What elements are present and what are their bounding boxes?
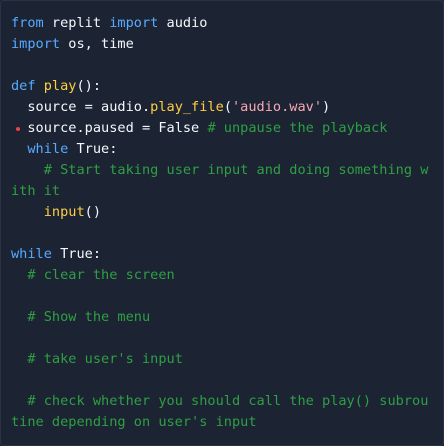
code-token: input [43, 204, 85, 220]
code-token: while [27, 141, 69, 157]
code-line[interactable]: source = audio.play_file('audio.wav') [11, 97, 435, 118]
code-line[interactable]: # check whether you should call the play… [11, 391, 435, 433]
code-token: () [84, 204, 102, 220]
code-line[interactable]: input() [11, 202, 435, 223]
code-token: replit [43, 15, 110, 31]
code-line[interactable]: def play(): [11, 76, 435, 97]
code-token: while [11, 246, 52, 262]
code-token: play [43, 78, 77, 94]
code-token: from [11, 15, 44, 31]
code-token: ( [223, 99, 232, 115]
code-line[interactable]: while True: [11, 139, 435, 160]
code-line[interactable]: # clear the screen [11, 265, 435, 286]
code-token: audio [158, 15, 208, 31]
code-line[interactable] [11, 370, 435, 391]
code-line[interactable] [11, 286, 435, 307]
code-line[interactable]: source.paused = False # unpause the play… [11, 118, 435, 139]
code-line[interactable]: import os, time [11, 34, 435, 55]
code-line[interactable] [11, 55, 435, 76]
code-token: # Show the menu [27, 309, 151, 325]
code-token: (): [76, 78, 102, 94]
code-token: ) [322, 99, 331, 115]
code-token: 'audio.wav' [232, 99, 323, 115]
code-token: def [11, 78, 36, 94]
code-token: import [11, 36, 61, 52]
code-editor[interactable]: from replit import audio import os, time … [0, 0, 444, 446]
code-line[interactable]: # Show the menu [11, 307, 435, 328]
code-token: # check whether you should call the play… [11, 393, 429, 430]
code-line[interactable]: from replit import audio [11, 13, 435, 34]
code-token: # Start taking user input and doing some… [11, 162, 429, 199]
code-token: source.paused = False [27, 120, 200, 136]
code-token: True: [68, 141, 118, 157]
code-line[interactable]: # Start taking user input and doing some… [11, 160, 435, 202]
code-token: # take user's input [27, 351, 183, 367]
code-token: import [109, 15, 159, 31]
code-line[interactable] [11, 223, 435, 244]
error-marker-icon [16, 127, 20, 131]
code-area[interactable]: from replit import audio import os, time … [11, 13, 435, 433]
code-token: # unpause the playback [207, 120, 388, 136]
code-line[interactable]: while True: [11, 244, 435, 265]
code-token: source = audio. [11, 99, 151, 115]
code-token: os, time [60, 36, 134, 52]
code-line[interactable] [11, 328, 435, 349]
code-line[interactable]: # take user's input [11, 349, 435, 370]
code-token: True: [51, 246, 102, 262]
code-token: # clear the screen [27, 267, 175, 283]
code-token: play_file [150, 99, 224, 115]
